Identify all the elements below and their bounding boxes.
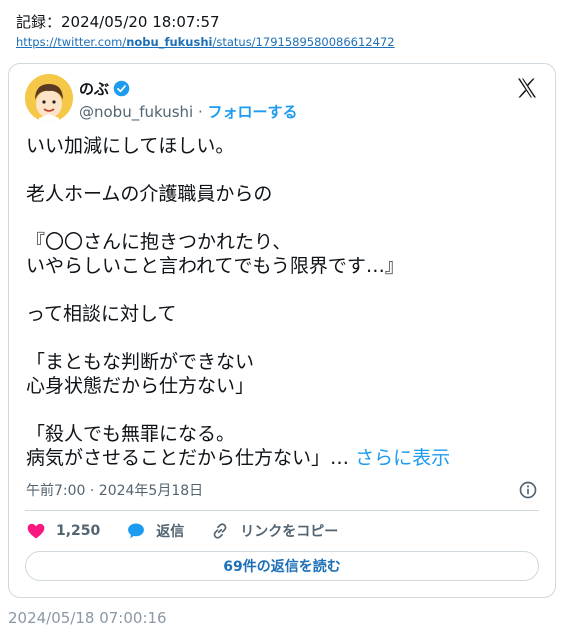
reply-label: 返信 bbox=[156, 524, 185, 540]
link-icon bbox=[213, 523, 227, 539]
tweet-url-link[interactable]: https://twitter.com/nobu_fukushi/status/… bbox=[16, 35, 395, 49]
reply-button[interactable]: 返信 bbox=[126, 521, 184, 541]
follow-button[interactable]: フォローする bbox=[208, 103, 298, 121]
tweet-paragraph: いい加減にしてほしい。 bbox=[26, 135, 235, 157]
like-count: 1,250 bbox=[56, 523, 101, 539]
record-timestamp: 記録：2024/05/20 18:07:57 bbox=[16, 13, 220, 31]
display-name-text: のぶ bbox=[79, 80, 110, 98]
speech-bubble-icon bbox=[128, 523, 145, 539]
tweet-timestamp[interactable]: 午前7:00 · 2024年5月18日 bbox=[26, 480, 203, 500]
tweet-text: いい加減にしてほしい。 老人ホームの介護職員からの 『〇〇さんに抱きつかれたり、… bbox=[26, 134, 541, 470]
info-icon[interactable] bbox=[518, 480, 538, 500]
separator: · bbox=[193, 103, 208, 121]
tweet-paragraph-last: 「殺人でも無罪になる。 病気がさせることだから仕方ない」… さらに表示 bbox=[26, 422, 541, 470]
copy-link-label: リンクをコピー bbox=[240, 524, 339, 540]
show-more-link[interactable]: さらに表示 bbox=[355, 447, 450, 469]
url-prefix: https://twitter.com/ bbox=[16, 35, 127, 49]
copy-link-button[interactable]: リンクをコピー bbox=[210, 521, 338, 541]
tweet-paragraph: って相談に対して bbox=[26, 303, 177, 325]
url-user: nobu_fukushi bbox=[126, 35, 213, 49]
tweet-paragraph: 「まともな判断ができない 心身状態だから仕方ない」 bbox=[26, 351, 255, 397]
divider bbox=[25, 510, 539, 511]
tweet-paragraph: 老人ホームの介護職員からの bbox=[26, 183, 273, 205]
x-logo-icon[interactable] bbox=[515, 76, 539, 100]
tweet-paragraph-text: 「殺人でも無罪になる。 病気がさせることだから仕方ない」… bbox=[26, 423, 350, 469]
tweet-card: のぶ @nobu_fukushi · フォローする いい加減にしてほしい。 老人… bbox=[8, 63, 556, 598]
read-replies-button[interactable]: 69件の返信を読む bbox=[25, 551, 539, 581]
like-button[interactable]: 1,250 bbox=[26, 521, 100, 541]
action-bar: 1,250 返信 リンクをコピー bbox=[26, 520, 364, 542]
verified-badge-icon bbox=[113, 80, 130, 97]
avatar[interactable] bbox=[25, 74, 73, 122]
user-handle[interactable]: @nobu_fukushi bbox=[79, 103, 193, 121]
tweet-paragraph: 『〇〇さんに抱きつかれたり、 いやらしいこと言われてでもう限界です…』 bbox=[26, 231, 404, 277]
heart-icon bbox=[27, 523, 45, 539]
url-suffix: /status/1791589580086612472 bbox=[212, 35, 395, 49]
handle-line: @nobu_fukushi · フォローする bbox=[79, 101, 298, 122]
display-name[interactable]: のぶ bbox=[79, 78, 130, 99]
capture-timestamp: 2024/05/18 07:00:16 bbox=[8, 609, 167, 627]
